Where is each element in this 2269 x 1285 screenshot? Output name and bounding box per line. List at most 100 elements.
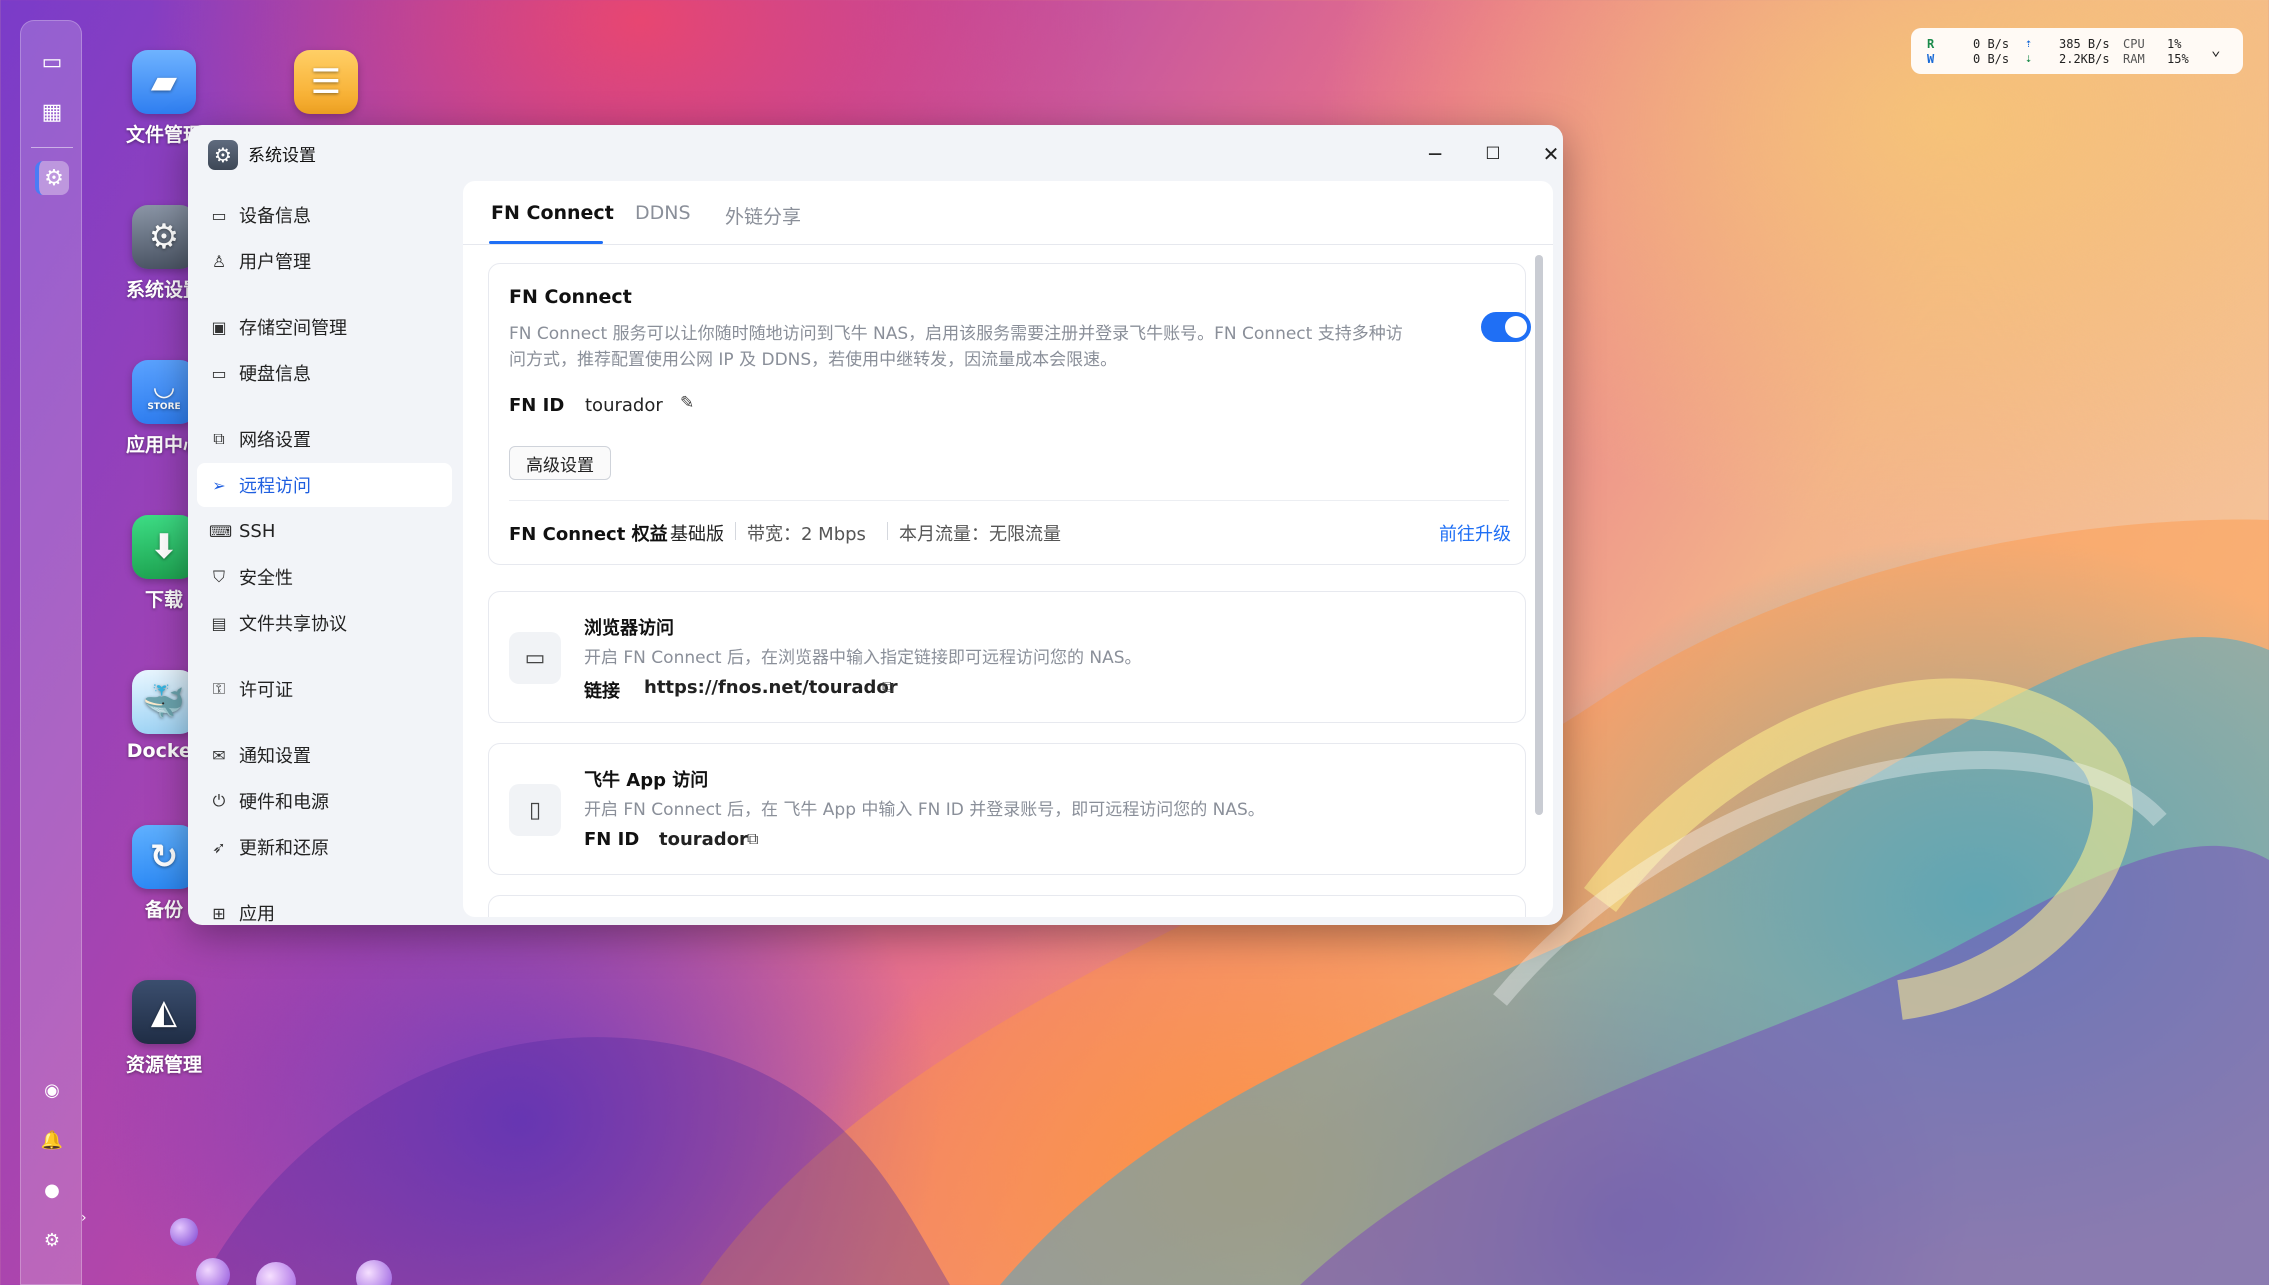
store-icon: ◡ STORE (132, 360, 196, 424)
window-titlebar[interactable]: ⚙ 系统设置 ─ ☐ ✕ (188, 125, 1563, 181)
desktop-icon-resource[interactable]: ◭ 资源管理 (94, 980, 234, 1077)
sidebar-item-hardware-power[interactable]: ⏻ 硬件和电源 (197, 779, 452, 823)
settings-sidebar: ▭ 设备信息 ♙ 用户管理 ▣ 存储空间管理 ▭ 硬盘信息 ⧉ 网络设置 ➢ 远程访问 ⌨ S… (188, 181, 456, 925)
fn-connect-title: FN Connect (509, 286, 632, 308)
copy-icon[interactable]: ⧉ (747, 829, 758, 849)
file-icon: ▤ (211, 613, 227, 633)
system-monitor-widget[interactable]: R W 0 B/s 0 B/s ⇡ ⇣ 385 B/s 2.2KB/s CPU … (1911, 28, 2243, 74)
advanced-settings-button[interactable]: 高级设置 (509, 446, 611, 480)
storage-icon: ▣ (211, 317, 227, 337)
browser-access-card: ▭ 浏览器访问 开启 FN Connect 后，在浏览器中输入指定链接即可远程访… (488, 591, 1526, 723)
desktop-icon[interactable]: ▭ (35, 45, 69, 79)
net-up-value: 385 B/s (2059, 37, 2110, 51)
cpu-value: 1% (2167, 37, 2182, 51)
sidebar-item-notifications[interactable]: ✉ 通知设置 (197, 733, 452, 777)
bell-icon[interactable]: 🔔 (35, 1123, 69, 1157)
resource-monitor-icon: ◭ (132, 980, 196, 1044)
cpu-label: CPU (2123, 37, 2145, 51)
edit-icon[interactable]: ✎ (680, 393, 694, 413)
settings-app-icon: ⚙ (208, 140, 238, 170)
sidebar-item-storage[interactable]: ▣ 存储空间管理 (197, 305, 452, 349)
app-access-description: 开启 FN Connect 后，在 飞牛 App 中输入 FN ID 并登录账号… (584, 800, 1265, 820)
close-button[interactable]: ✕ (1534, 137, 1563, 171)
tab-external-share[interactable]: 外链分享 (725, 202, 801, 229)
sidebar-item-ssh[interactable]: ⌨ SSH (197, 509, 452, 553)
divider (509, 500, 1509, 501)
maximize-button[interactable]: ☐ (1476, 137, 1510, 171)
settings-dock-icon[interactable]: ⚙ (35, 161, 69, 195)
net-down-value: 2.2KB/s (2059, 52, 2110, 66)
sidebar-item-file-sharing[interactable]: ▤ 文件共享协议 (197, 601, 452, 645)
fnid-label: FN ID (509, 395, 565, 416)
desktop-icon-notes[interactable]: ☰ (256, 50, 396, 120)
fn-connect-toggle[interactable] (1481, 312, 1531, 342)
active-tab-indicator (489, 241, 603, 244)
disk-icon: ▭ (211, 363, 227, 383)
shield-icon: ⛉ (212, 567, 225, 586)
rights-label: FN Connect 权益 (509, 524, 668, 545)
sidebar-item-network[interactable]: ⧉ 网络设置 (197, 417, 452, 461)
read-label: R (1927, 37, 1935, 51)
fn-connect-description: FN Connect 服务可以让你随时随地访问到飞牛 NAS，启用该服务需要注册… (509, 324, 1403, 370)
sidebar-item-update-restore[interactable]: ➶ 更新和还原 (197, 825, 452, 869)
status-icon[interactable]: ◉ (35, 1073, 69, 1107)
fn-connect-card: FN Connect FN Connect 服务可以让你随时随地访问到飞牛 NA… (488, 263, 1531, 565)
browser-icon: ▭ (509, 632, 561, 684)
user-icon[interactable]: ● (35, 1173, 69, 1207)
notes-icon: ☰ (294, 50, 358, 114)
remote-link[interactable]: https://fnos.net/tourador (644, 677, 898, 698)
key-icon: ⚿ (212, 679, 226, 698)
link-label: 链接 (584, 681, 620, 702)
upgrade-link[interactable]: 前往升级 (1439, 520, 1511, 546)
app-fnid-label: FN ID (584, 829, 640, 850)
sidebar-item-device-info[interactable]: ▭ 设备信息 (197, 193, 452, 237)
settings-content: FN Connect DDNS 外链分享 FN Connect FN Conne… (463, 181, 1553, 917)
bubble-decoration (170, 1218, 198, 1246)
chevron-down-icon[interactable]: ⌄ (2211, 40, 2221, 59)
app-grid-icon[interactable]: ▦ (35, 95, 69, 129)
bubble-decoration (196, 1258, 230, 1285)
ram-label: RAM (2123, 52, 2145, 66)
fnid-value: tourador (585, 395, 663, 416)
backup-icon: ↻ (132, 825, 196, 889)
docker-icon: 🐳 (132, 670, 196, 734)
sidebar-item-apps[interactable]: ⊞ 应用 (197, 891, 452, 926)
send-icon: ➢ (212, 475, 226, 495)
device-icon: ▭ (211, 205, 227, 225)
copy-icon[interactable]: ⧉ (882, 677, 893, 697)
sidebar-item-remote-access[interactable]: ➢ 远程访问 (197, 463, 452, 507)
minimize-button[interactable]: ─ (1418, 137, 1452, 171)
phone-icon: ▯ (509, 784, 561, 836)
folder-icon: ▰ (132, 50, 196, 114)
upload-icon: ⇡ (2025, 36, 2033, 50)
tab-bar: FN Connect DDNS 外链分享 (463, 181, 1553, 245)
dock: ▭ ▦ ⚙ ◉ 🔔 ● ⚙ (20, 20, 82, 1285)
traffic-value: 本月流量：无限流量 (899, 524, 1061, 545)
gear-icon: ⚙ (132, 205, 196, 269)
network-icon: ⧉ (213, 429, 225, 448)
download-arrow-icon: ⇣ (2025, 51, 2033, 65)
sidebar-item-users[interactable]: ♙ 用户管理 (197, 239, 452, 283)
browser-access-description: 开启 FN Connect 后，在浏览器中输入指定链接即可远程访问您的 NAS。 (584, 648, 1142, 668)
settings-window: ⚙ 系统设置 ─ ☐ ✕ ▭ 设备信息 ♙ 用户管理 ▣ 存储空间管理 ▭ 硬盘信息 ⧉… (188, 125, 1563, 925)
sidebar-item-disks[interactable]: ▭ 硬盘信息 (197, 351, 452, 395)
power-icon: ⏻ (212, 791, 226, 810)
ram-value: 15% (2167, 52, 2189, 66)
mail-icon: ✉ (212, 745, 226, 765)
tab-fn-connect[interactable]: FN Connect (491, 202, 614, 224)
sidebar-item-security[interactable]: ⛉ 安全性 (197, 555, 452, 599)
scrollbar[interactable] (1535, 255, 1543, 815)
user-icon: ♙ (211, 251, 227, 271)
window-title: 系统设置 (248, 146, 316, 166)
sidebar-item-license[interactable]: ⚿ 许可证 (197, 667, 452, 711)
disk-write-value: 0 B/s (1973, 52, 2010, 66)
app-access-title: 飞牛 App 访问 (584, 770, 709, 791)
disk-read-value: 0 B/s (1973, 37, 2010, 51)
download-icon: ⬇ (132, 515, 196, 579)
gear-icon[interactable]: ⚙ (35, 1223, 69, 1257)
bandwidth-value: 带宽：2 Mbps (747, 524, 866, 545)
dock-expand-icon[interactable]: › (81, 1210, 87, 1226)
rocket-icon: ➶ (212, 837, 226, 857)
write-label: W (1927, 52, 1935, 66)
tab-ddns[interactable]: DDNS (635, 202, 691, 224)
